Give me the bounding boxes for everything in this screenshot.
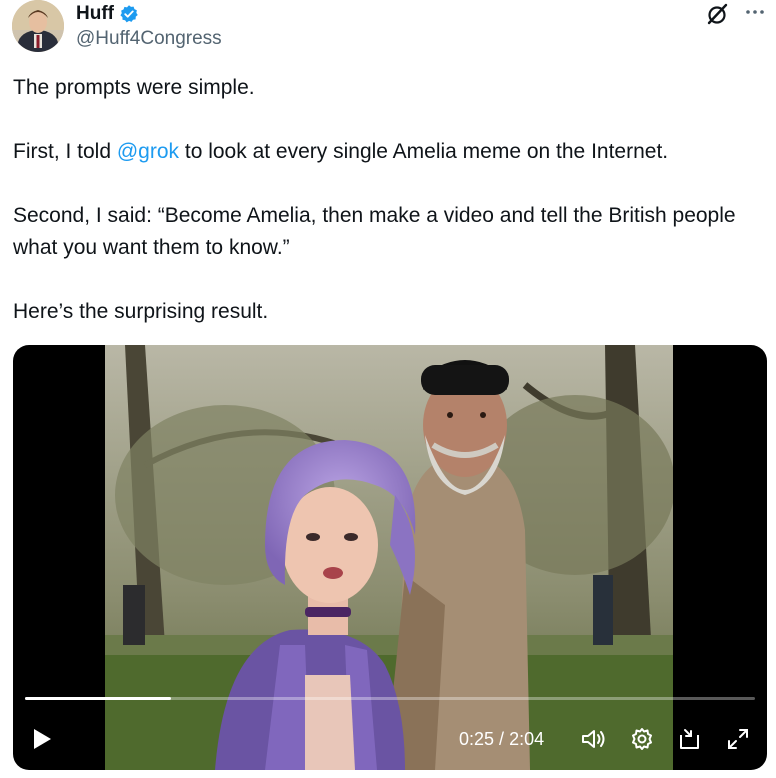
play-icon[interactable] xyxy=(31,727,53,751)
tweet-text-segment: to look at every single Amelia meme on t… xyxy=(179,140,669,163)
author-display-name[interactable]: Huff xyxy=(76,3,114,25)
avatar[interactable] xyxy=(12,0,64,52)
author-handle[interactable]: @Huff4Congress xyxy=(76,28,222,50)
tweet-paragraph-3: Second, I said: “Become Amelia, then mak… xyxy=(13,204,736,259)
fullscreen-icon[interactable] xyxy=(725,726,751,752)
progress-fill xyxy=(25,697,171,700)
video-time: 0:25 / 2:04 xyxy=(459,727,544,751)
tweet-text-segment: First, I told xyxy=(13,140,117,163)
tweet-paragraph-2: First, I told @grok to look at every sin… xyxy=(13,136,763,168)
progress-bar[interactable] xyxy=(25,697,755,700)
settings-gear-icon[interactable] xyxy=(629,726,655,752)
time-separator: / xyxy=(494,729,510,749)
grok-icon[interactable] xyxy=(705,2,729,26)
verified-badge-icon xyxy=(120,5,138,23)
tweet-text: The prompts were simple. First, I told @… xyxy=(13,72,763,360)
video-frame xyxy=(105,345,673,770)
picture-in-picture-icon[interactable] xyxy=(677,726,703,752)
current-time: 0:25 xyxy=(459,729,495,749)
volume-icon[interactable] xyxy=(580,726,606,752)
tweet-paragraph-4: Here’s the surprising result. xyxy=(13,300,269,323)
video-player[interactable]: 0:25 / 2:04 xyxy=(13,345,767,770)
more-options-icon[interactable] xyxy=(742,2,768,22)
mention-link-grok[interactable]: @grok xyxy=(117,140,179,163)
avatar-image xyxy=(12,0,64,52)
duration: 2:04 xyxy=(509,729,545,749)
tweet-paragraph-1: The prompts were simple. xyxy=(13,76,255,99)
author-name-row: Huff xyxy=(76,2,139,26)
